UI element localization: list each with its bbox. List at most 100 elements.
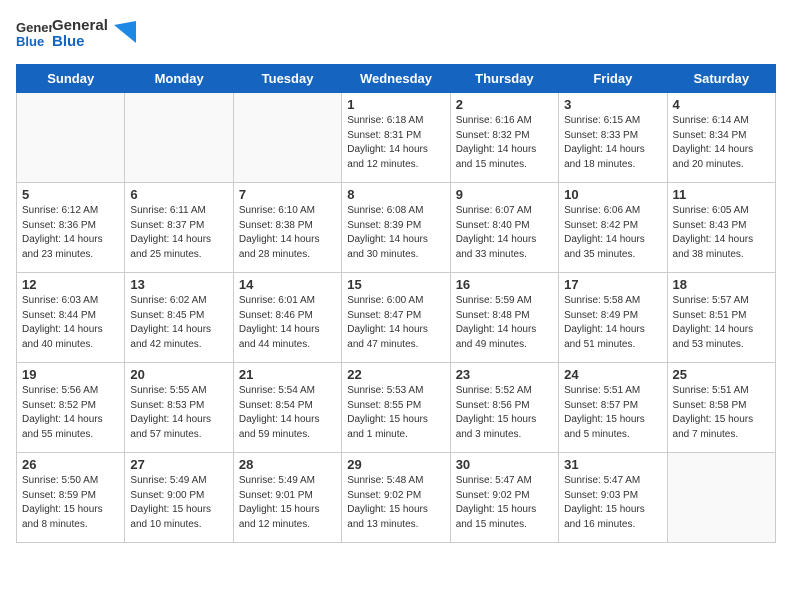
day-cell: 8Sunrise: 6:08 AM Sunset: 8:39 PM Daylig… [342,183,450,273]
day-number: 12 [22,277,119,292]
day-cell: 20Sunrise: 5:55 AM Sunset: 8:53 PM Dayli… [125,363,233,453]
day-cell: 25 Sunrise: 5:51 AM Sunset: 8:58 PM Dayli… [667,363,775,453]
day-number: 11 [673,187,770,202]
day-cell: 27 Sunrise: 5:49 AM Sunset: 9:00 PM Dayli… [125,453,233,543]
svg-text:Blue: Blue [16,34,44,49]
day-number: 25 [673,367,770,382]
day-cell: 17 Sunrise: 5:58 AM Sunset: 8:49 PM Dayli… [559,273,667,363]
day-cell: 14 Sunrise: 6:01 AM Sunset: 8:46 PM Dayli… [233,273,341,363]
day-info: Sunrise: 5:59 AM Sunset: 8:48 PM Dayligh… [456,294,553,352]
day-cell: 11 Sunrise: 6:05 AM Sunset: 8:43 PM Dayli… [667,183,775,273]
day-info: Sunrise: 5:49 AM Sunset: 9:00 PM Dayligh… [130,474,227,532]
calendar-header-row: SundayMondayTuesdayWednesdayThursdayFrid… [17,65,776,93]
week-row-5: 26 Sunrise: 5:50 AM Sunset: 8:59 PM Dayli… [17,453,776,543]
day-number: 31 [564,457,661,472]
day-info: Sunrise: 6:18 AM Sunset: 8:31 PM Dayligh… [347,114,444,172]
day-info: Sunrise: 6:00 AM Sunset: 8:47 PM Dayligh… [347,294,444,352]
day-info: Sunrise: 6:16 AM Sunset: 8:32 PM Dayligh… [456,114,553,172]
col-header-tuesday: Tuesday [233,65,341,93]
col-header-monday: Monday [125,65,233,93]
day-number: 15 [347,277,444,292]
day-cell: 15 Sunrise: 6:00 AM Sunset: 8:47 PM Dayli… [342,273,450,363]
day-cell: 7 Sunrise: 6:10 AM Sunset: 8:38 PM Daylig… [233,183,341,273]
day-number: 30 [456,457,553,472]
day-cell: 22 Sunrise: 5:53 AM Sunset: 8:55 PM Dayli… [342,363,450,453]
day-number: 9 [456,187,553,202]
logo-blue: Blue [52,34,108,51]
day-info: Sunrise: 5:54 AM Sunset: 8:54 PM Dayligh… [239,384,336,442]
day-cell: 18 Sunrise: 5:57 AM Sunset: 8:51 PM Dayli… [667,273,775,363]
day-number: 16 [456,277,553,292]
day-info: Sunrise: 5:48 AM Sunset: 9:02 PM Dayligh… [347,474,444,532]
day-info: Sunrise: 6:15 AM Sunset: 8:33 PM Dayligh… [564,114,661,172]
day-cell: 29Sunrise: 5:48 AM Sunset: 9:02 PM Dayli… [342,453,450,543]
week-row-3: 12 Sunrise: 6:03 AM Sunset: 8:44 PM Dayli… [17,273,776,363]
day-number: 6 [130,187,227,202]
day-info: Sunrise: 5:55 AM Sunset: 8:53 PM Dayligh… [130,384,227,442]
day-cell [125,93,233,183]
day-number: 2 [456,97,553,112]
day-number: 7 [239,187,336,202]
day-info: Sunrise: 5:58 AM Sunset: 8:49 PM Dayligh… [564,294,661,352]
day-info: Sunrise: 5:50 AM Sunset: 8:59 PM Dayligh… [22,474,119,532]
day-info: Sunrise: 6:10 AM Sunset: 8:38 PM Dayligh… [239,204,336,262]
day-info: Sunrise: 5:47 AM Sunset: 9:02 PM Dayligh… [456,474,553,532]
day-cell: 10Sunrise: 6:06 AM Sunset: 8:42 PM Dayli… [559,183,667,273]
day-info: Sunrise: 6:12 AM Sunset: 8:36 PM Dayligh… [22,204,119,262]
day-cell: 12 Sunrise: 6:03 AM Sunset: 8:44 PM Dayli… [17,273,125,363]
day-info: Sunrise: 5:57 AM Sunset: 8:51 PM Dayligh… [673,294,770,352]
day-info: Sunrise: 6:07 AM Sunset: 8:40 PM Dayligh… [456,204,553,262]
day-cell: 3Sunrise: 6:15 AM Sunset: 8:33 PM Daylig… [559,93,667,183]
day-info: Sunrise: 6:02 AM Sunset: 8:45 PM Dayligh… [130,294,227,352]
page-header: General Blue General Blue [16,16,776,52]
day-info: Sunrise: 6:11 AM Sunset: 8:37 PM Dayligh… [130,204,227,262]
day-number: 19 [22,367,119,382]
col-header-wednesday: Wednesday [342,65,450,93]
col-header-sunday: Sunday [17,65,125,93]
day-number: 21 [239,367,336,382]
day-number: 10 [564,187,661,202]
week-row-2: 5 Sunrise: 6:12 AM Sunset: 8:36 PM Daylig… [17,183,776,273]
day-cell: 6 Sunrise: 6:11 AM Sunset: 8:37 PM Daylig… [125,183,233,273]
day-number: 14 [239,277,336,292]
day-info: Sunrise: 6:03 AM Sunset: 8:44 PM Dayligh… [22,294,119,352]
col-header-saturday: Saturday [667,65,775,93]
day-info: Sunrise: 6:05 AM Sunset: 8:43 PM Dayligh… [673,204,770,262]
day-number: 1 [347,97,444,112]
day-number: 5 [22,187,119,202]
day-info: Sunrise: 6:08 AM Sunset: 8:39 PM Dayligh… [347,204,444,262]
col-header-thursday: Thursday [450,65,558,93]
day-number: 27 [130,457,227,472]
week-row-1: 1 Sunrise: 6:18 AM Sunset: 8:31 PM Daylig… [17,93,776,183]
day-cell: 28Sunrise: 5:49 AM Sunset: 9:01 PM Dayli… [233,453,341,543]
day-number: 22 [347,367,444,382]
day-cell: 2 Sunrise: 6:16 AM Sunset: 8:32 PM Daylig… [450,93,558,183]
day-info: Sunrise: 5:51 AM Sunset: 8:58 PM Dayligh… [673,384,770,442]
day-cell [233,93,341,183]
day-info: Sunrise: 6:14 AM Sunset: 8:34 PM Dayligh… [673,114,770,172]
day-cell: 19 Sunrise: 5:56 AM Sunset: 8:52 PM Dayli… [17,363,125,453]
day-number: 17 [564,277,661,292]
day-cell [17,93,125,183]
day-number: 24 [564,367,661,382]
logo-icon: General Blue [16,16,52,52]
day-cell: 13 Sunrise: 6:02 AM Sunset: 8:45 PM Dayli… [125,273,233,363]
day-cell [667,453,775,543]
logo-general: General [52,18,108,35]
day-info: Sunrise: 5:52 AM Sunset: 8:56 PM Dayligh… [456,384,553,442]
day-cell: 31Sunrise: 5:47 AM Sunset: 9:03 PM Dayli… [559,453,667,543]
day-number: 18 [673,277,770,292]
day-cell: 21 Sunrise: 5:54 AM Sunset: 8:54 PM Dayli… [233,363,341,453]
day-cell: 26 Sunrise: 5:50 AM Sunset: 8:59 PM Dayli… [17,453,125,543]
day-cell: 9 Sunrise: 6:07 AM Sunset: 8:40 PM Daylig… [450,183,558,273]
day-cell: 16 Sunrise: 5:59 AM Sunset: 8:48 PM Dayli… [450,273,558,363]
day-info: Sunrise: 5:53 AM Sunset: 8:55 PM Dayligh… [347,384,444,442]
day-info: Sunrise: 5:51 AM Sunset: 8:57 PM Dayligh… [564,384,661,442]
day-info: Sunrise: 5:56 AM Sunset: 8:52 PM Dayligh… [22,384,119,442]
day-number: 26 [22,457,119,472]
day-info: Sunrise: 6:01 AM Sunset: 8:46 PM Dayligh… [239,294,336,352]
logo-arrow-icon [114,21,136,43]
day-number: 28 [239,457,336,472]
day-number: 13 [130,277,227,292]
calendar-table: SundayMondayTuesdayWednesdayThursdayFrid… [16,64,776,543]
